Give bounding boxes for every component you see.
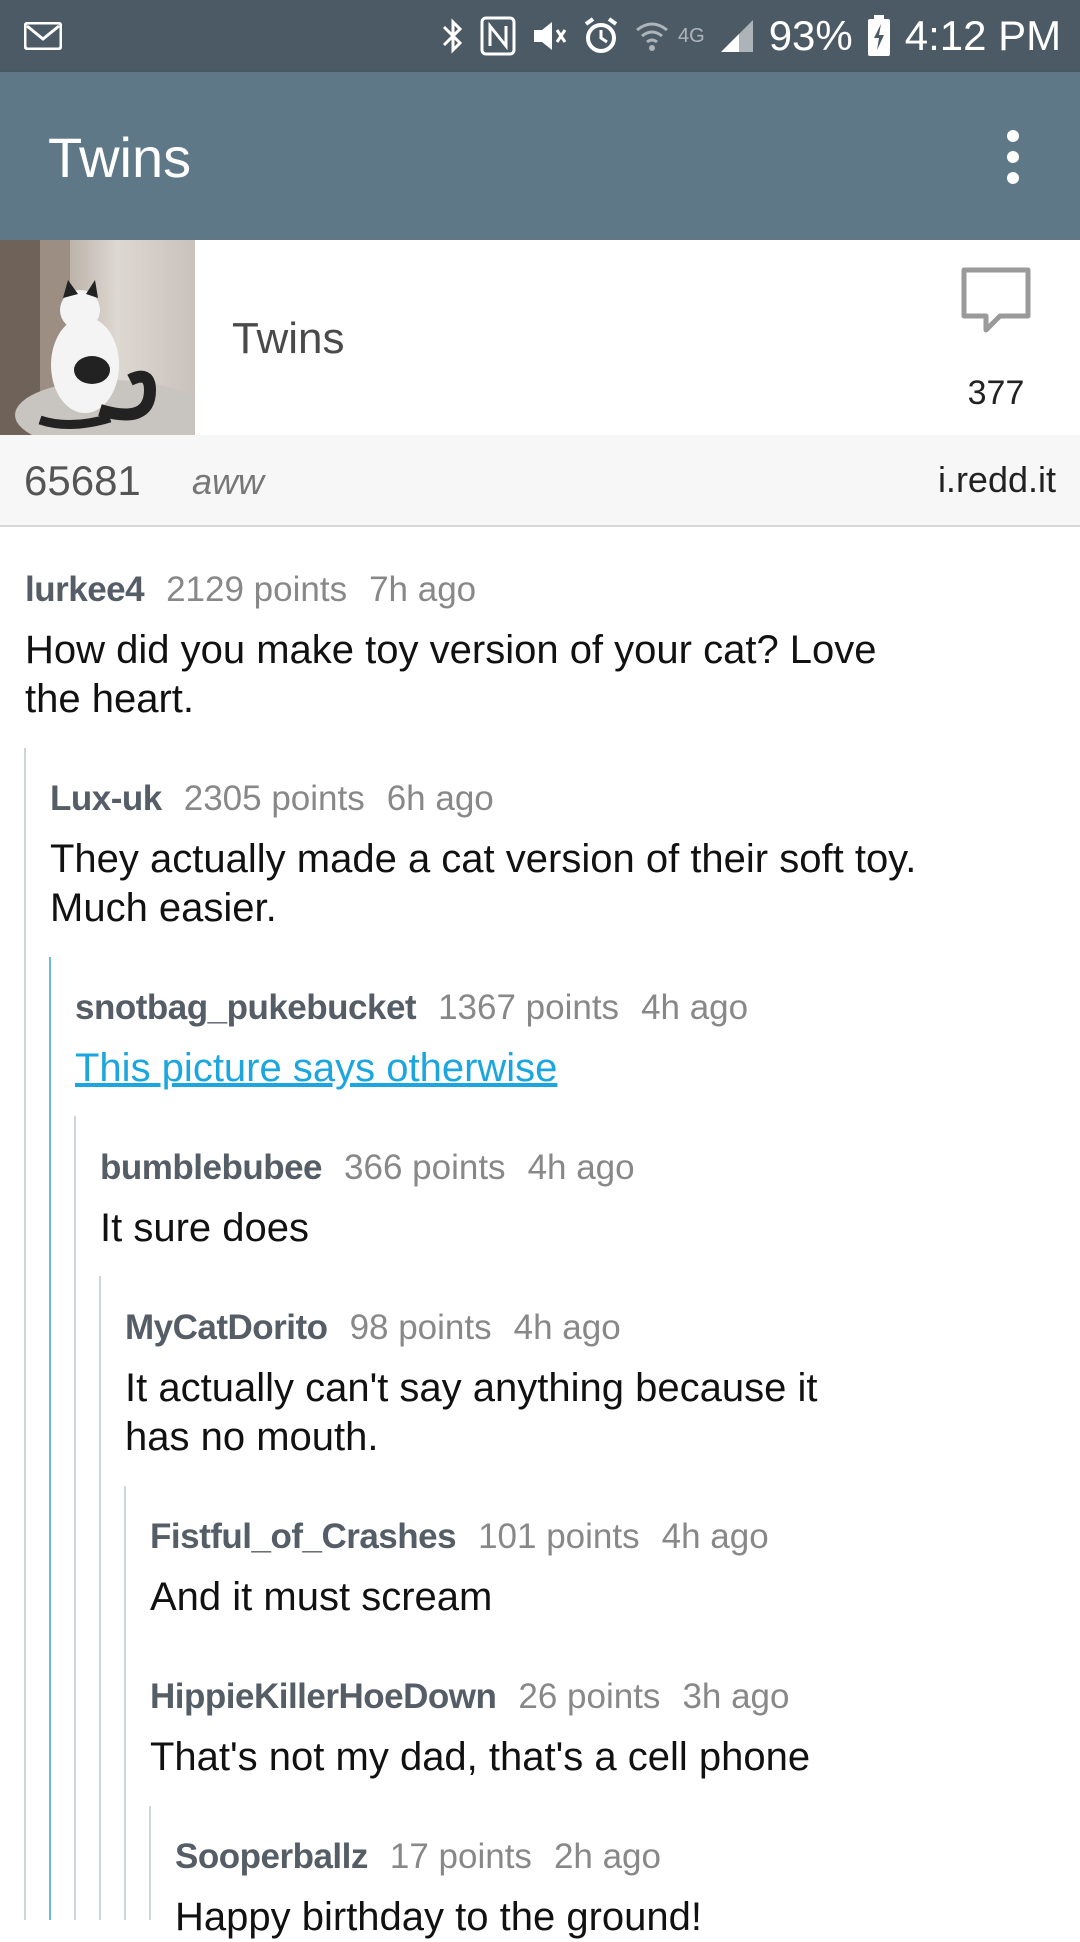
comment[interactable]: HippieKillerHoeDown 26 points 3h ago That'… <box>150 1677 1030 1782</box>
comment-author[interactable]: lurkee4 <box>25 570 145 609</box>
comment[interactable]: MyCatDorito 98 points 4h ago It actually c… <box>125 1308 885 1462</box>
comment-body: Happy birthday to the ground! <box>175 1895 703 1939</box>
mute-icon <box>534 22 567 50</box>
comment-age: 2h ago <box>553 1837 661 1876</box>
comments-icon[interactable] <box>960 266 1032 338</box>
comment-body: That's not my dad, that's a cell phone <box>150 1735 811 1779</box>
post-meta-bar: 65681 aww i.redd.it <box>0 435 1080 527</box>
comment-age: 7h ago <box>369 570 477 609</box>
thread-line <box>99 1276 101 1920</box>
comment-points: 2305 points <box>183 779 365 818</box>
comment-age: 4h ago <box>513 1308 621 1347</box>
battery-percent: 93% <box>768 12 853 59</box>
comment-count[interactable]: 377 <box>940 374 1052 413</box>
comment-author[interactable]: bumblebubee <box>100 1148 323 1187</box>
comment-age: 3h ago <box>682 1677 790 1716</box>
comment-link[interactable]: This picture says otherwise <box>75 1044 955 1093</box>
signal-icon <box>720 20 753 52</box>
battery-charging-icon <box>867 15 890 56</box>
thread-line <box>74 1116 76 1920</box>
nfc-icon <box>480 16 516 56</box>
comment-points: 101 points <box>478 1517 640 1556</box>
status-bar: 4G 93% 4:12 PM <box>0 0 1080 72</box>
post-score: 65681 <box>24 457 141 504</box>
comment-age: 4h ago <box>661 1517 769 1556</box>
comment-points: 2129 points <box>166 570 348 609</box>
comment-author[interactable]: Fistful_of_Crashes <box>150 1517 457 1556</box>
comment-points: 1367 points <box>438 988 620 1027</box>
thread-line <box>24 748 26 1920</box>
comment[interactable]: Sooperballz 17 points 2h ago Happy birthda… <box>175 1837 1055 1942</box>
comment-age: 4h ago <box>527 1148 635 1187</box>
post-thumbnail[interactable] <box>0 240 195 435</box>
app-bar: Twins <box>0 72 1080 240</box>
comment-body: How did you make toy version of your cat… <box>25 628 877 721</box>
subreddit-label[interactable]: aww <box>192 461 264 503</box>
comment-author[interactable]: snotbag_pukebucket <box>75 988 417 1027</box>
comment[interactable]: Fistful_of_Crashes 101 points 4h ago And i… <box>150 1517 1030 1622</box>
thread-line <box>149 1806 151 1920</box>
app-bar-title: Twins <box>48 126 192 189</box>
clock: 4:12 PM <box>904 12 1062 59</box>
mail-icon <box>24 22 62 50</box>
cat-image <box>0 240 195 435</box>
comment-points: 26 points <box>518 1677 661 1716</box>
comment-age: 4h ago <box>641 988 749 1027</box>
comment-body: It sure does <box>100 1206 310 1250</box>
overflow-menu-icon[interactable] <box>998 130 1028 184</box>
comment-points: 366 points <box>344 1148 506 1187</box>
comment-body: And it must scream <box>150 1575 493 1619</box>
comment[interactable]: Lux-uk 2305 points 6h ago They actually ma… <box>50 779 930 933</box>
comment[interactable]: bumblebubee 366 points 4h ago It sure does <box>100 1148 980 1253</box>
comment-author[interactable]: Lux-uk <box>50 779 162 818</box>
comment-author[interactable]: MyCatDorito <box>125 1308 328 1347</box>
comment-body: They actually made a cat version of thei… <box>50 837 917 930</box>
post-title[interactable]: Twins <box>232 314 344 364</box>
post-header[interactable]: Twins 377 <box>0 240 1080 435</box>
comment[interactable]: lurkee4 2129 points 7h ago How did you mak… <box>25 570 905 724</box>
network-type: 4G <box>678 25 705 47</box>
comment-body: It actually can't say anything because i… <box>125 1366 818 1459</box>
comment-author[interactable]: Sooperballz <box>175 1837 368 1876</box>
comment-points: 17 points <box>389 1837 532 1876</box>
comment[interactable]: snotbag_pukebucket 1367 points 4h ago This… <box>75 988 955 1093</box>
comment-age: 6h ago <box>386 779 494 818</box>
thread-line <box>49 957 51 1920</box>
bluetooth-icon <box>442 18 463 54</box>
domain-label[interactable]: i.redd.it <box>938 459 1056 501</box>
comment-points: 98 points <box>349 1308 492 1347</box>
comment-author[interactable]: HippieKillerHoeDown <box>150 1677 497 1716</box>
alarm-icon <box>584 17 618 53</box>
thread-line <box>124 1486 126 1920</box>
wifi-icon <box>636 22 668 51</box>
